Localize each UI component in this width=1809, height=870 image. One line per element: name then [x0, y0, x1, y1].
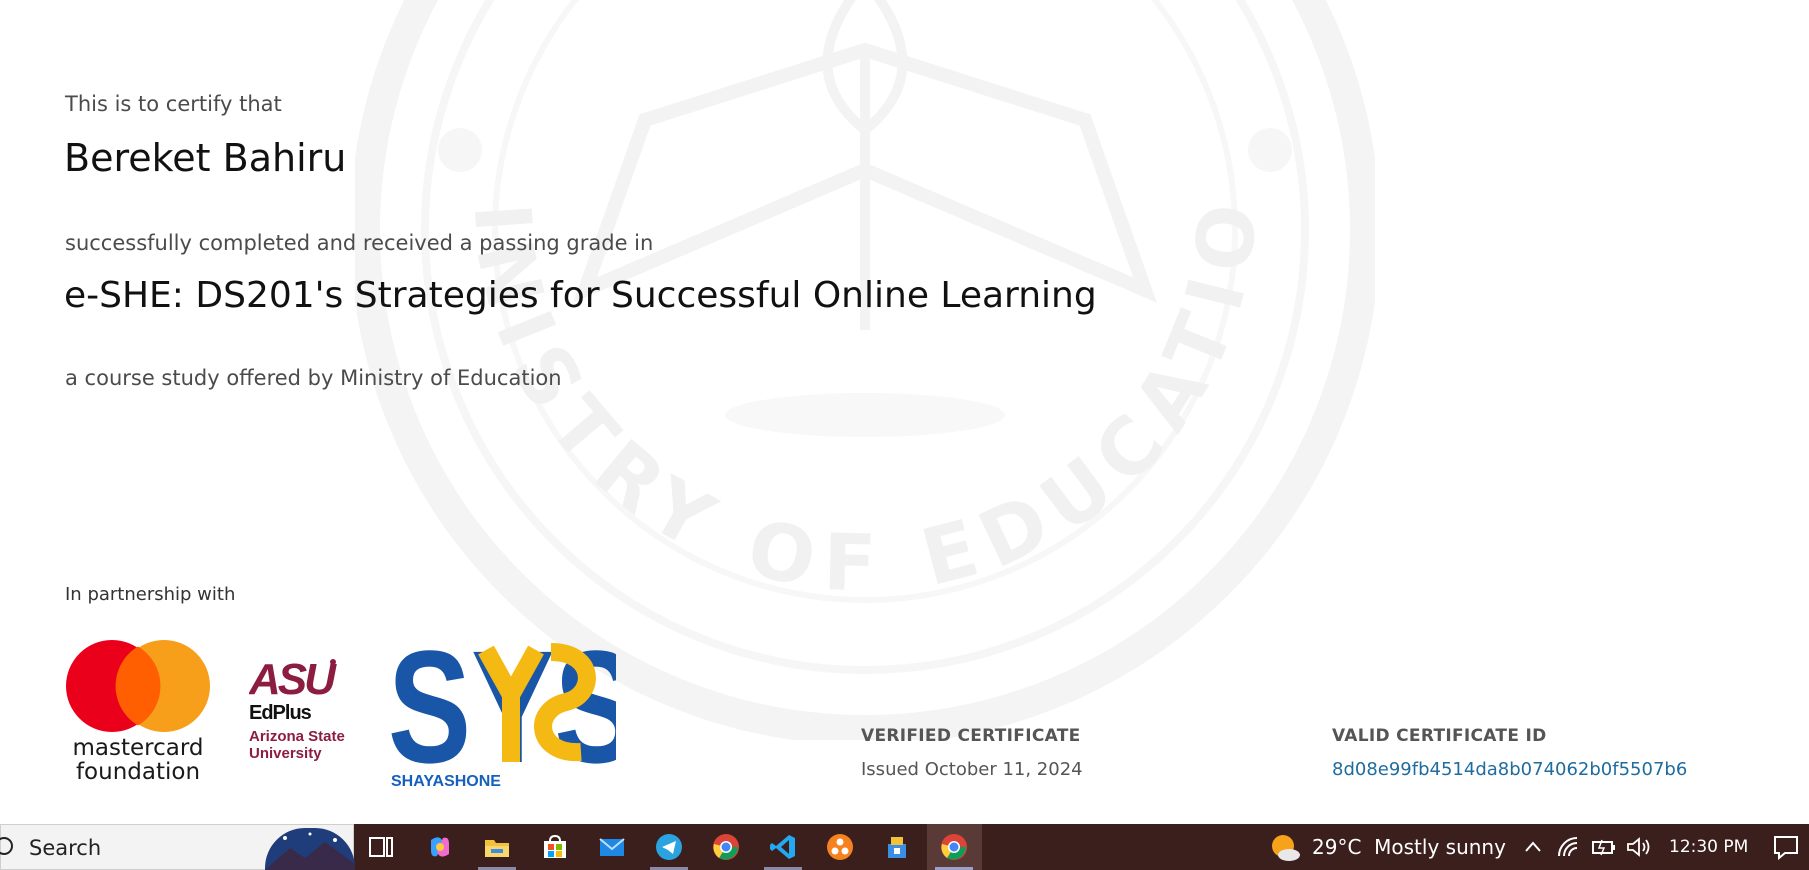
- search-label: Search: [29, 836, 102, 860]
- mastercard-line1: mastercard: [72, 735, 204, 761]
- asu-university-line2: University: [249, 745, 322, 762]
- volume-icon[interactable]: [1623, 832, 1653, 862]
- notification-icon[interactable]: [1771, 832, 1801, 862]
- task-view-icon[interactable]: [366, 832, 396, 862]
- weather-condition: Mostly sunny: [1374, 835, 1506, 859]
- offered-by: a course study offered by Ministry of Ed…: [65, 366, 562, 390]
- wifi-icon[interactable]: [1553, 832, 1583, 862]
- chevron-up-icon[interactable]: [1518, 832, 1548, 862]
- weather-widget[interactable]: 29°C Mostly sunny: [1312, 835, 1506, 859]
- certify-intro: This is to certify that: [65, 92, 282, 116]
- mastercard-foundation-logo: mastercard foundation: [64, 640, 214, 785]
- certificate-page: MINISTRY OF EDUCATION This is to certify…: [0, 0, 1809, 824]
- copilot-icon[interactable]: [425, 832, 455, 862]
- mastercard-line2: foundation: [75, 759, 201, 785]
- shayashone-logo: SYS SHAYASHONE: [388, 618, 638, 796]
- asu-edplus-text: EdPlus: [249, 702, 312, 724]
- weather-sunny-icon[interactable]: [1268, 831, 1302, 865]
- telegram-icon[interactable]: [654, 832, 684, 862]
- certificate-id-heading: VALID CERTIFICATE ID: [1332, 726, 1547, 746]
- issued-date: Issued October 11, 2024: [861, 759, 1083, 780]
- mastercard-circles-icon: [66, 640, 210, 732]
- svg-text:ASU: ASU: [249, 656, 337, 700]
- weather-temp: 29°C: [1312, 835, 1362, 859]
- taskbar: Search 29°C Mostly sunny 12:30 PM: [0, 824, 1809, 870]
- completion-text: successfully completed and received a pa…: [65, 231, 654, 255]
- microsoft-store-icon[interactable]: [540, 832, 570, 862]
- battery-icon[interactable]: [1588, 832, 1618, 862]
- taskbar-search-box[interactable]: Search: [0, 824, 355, 870]
- asu-edplus-logo: ASU EdPlus Arizona State University: [248, 655, 359, 766]
- file-explorer-icon[interactable]: [482, 832, 512, 862]
- mail-icon[interactable]: [597, 832, 627, 862]
- certificate-id-link[interactable]: 8d08e99fb4514da8b074062b0f5507b6: [1332, 759, 1687, 780]
- asu-university-line1: Arizona State: [249, 728, 345, 745]
- taskbar-clock[interactable]: 12:30 PM: [1669, 837, 1748, 857]
- course-title: e-SHE: DS201's Strategies for Successful…: [64, 275, 1097, 316]
- search-highlight-image: [265, 828, 355, 870]
- orange-app-icon[interactable]: [825, 832, 855, 862]
- chrome-icon[interactable]: [711, 832, 741, 862]
- tools-app-icon[interactable]: [882, 832, 912, 862]
- chrome-active-icon[interactable]: [939, 832, 969, 862]
- shayashone-label: SHAYASHONE: [391, 773, 501, 790]
- asu-mark-icon: ASU: [248, 655, 340, 704]
- vscode-icon[interactable]: [768, 832, 798, 862]
- sys-mark-icon: SYS: [388, 618, 638, 796]
- search-icon: [0, 837, 13, 855]
- partnership-label: In partnership with: [65, 584, 236, 605]
- verified-heading: VERIFIED CERTIFICATE: [861, 726, 1081, 746]
- recipient-name: Bereket Bahiru: [64, 136, 347, 180]
